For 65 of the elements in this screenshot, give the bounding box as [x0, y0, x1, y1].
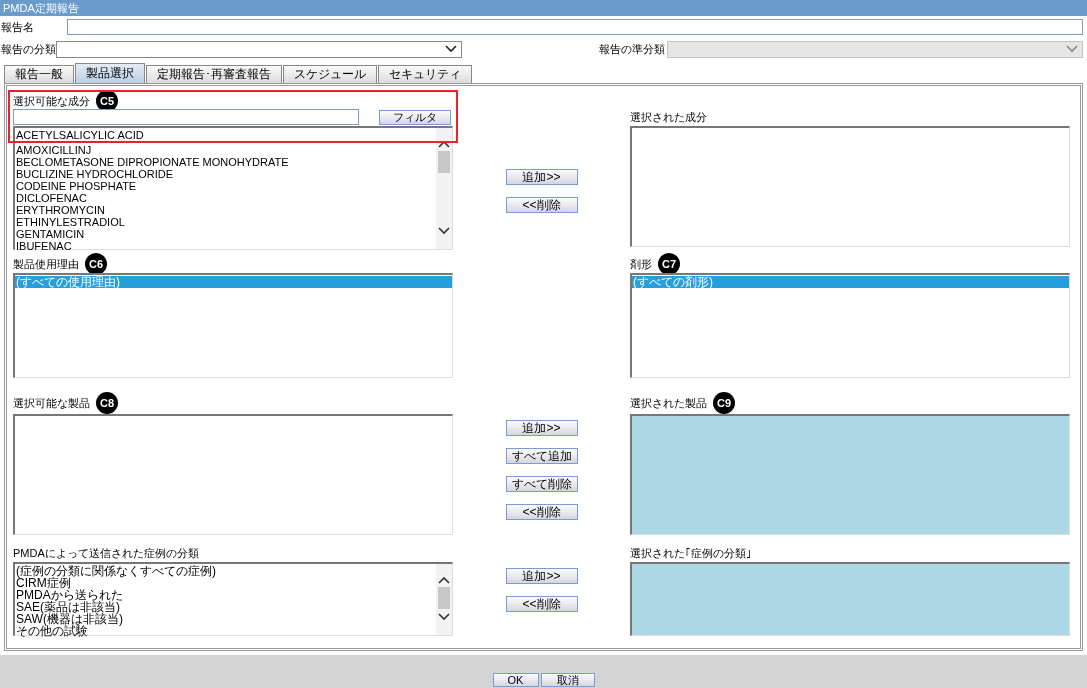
transfer-button[interactable]: すべて削除: [505, 476, 578, 492]
list-label: 製品使用理由: [13, 256, 79, 272]
list-item[interactable]: SAE(薬品は非該当): [15, 601, 436, 613]
category-dropdown[interactable]: [56, 40, 462, 58]
list-item[interactable]: GENTAMICIN: [15, 228, 436, 240]
scroll-down-icon[interactable]: [438, 227, 450, 235]
list-label: 選択可能な製品: [13, 395, 90, 411]
scrollbar[interactable]: [436, 564, 452, 635]
callout-badge: C8: [96, 392, 118, 414]
list-label: 選択された成分: [630, 109, 707, 125]
tab[interactable]: 定期報告･再審査報告: [146, 65, 282, 83]
filter-field[interactable]: [13, 109, 359, 125]
list-box[interactable]: [13, 414, 453, 535]
list-item[interactable]: ACETYLSALICYLIC ACID: [15, 129, 436, 141]
chevron-down-icon: [1066, 45, 1078, 53]
list-box[interactable]: ACETYLSALICYLIC ACID AMOXICILLINJ BECLOMETASONE DIPROPIONATE MONOHYDRATE BUCLIZINE HYDROCHLORIDE CODEINE PHOSPHATE DICLOFENAC ERYTHROMYCIN ETHINYLESTRADIOL GENTAMICIN IBUFENAC: [13, 126, 453, 250]
window-title: PMDA定期報告: [3, 0, 79, 16]
field-label: 報告の分類: [0, 41, 56, 57]
tab[interactable]: スケジュール: [283, 65, 377, 83]
tab[interactable]: セキュリティ: [378, 65, 472, 83]
list-item[interactable]: ETHINYLESTRADIOL: [15, 216, 436, 228]
field-label: 報告の準分類: [598, 41, 666, 57]
transfer-button[interactable]: <<削除: [505, 596, 578, 612]
transfer-button[interactable]: <<削除: [505, 197, 578, 213]
list-label: 剤形: [630, 256, 652, 272]
list-item[interactable]: DICLOFENAC: [15, 192, 436, 204]
tab[interactable]: 製品選択: [75, 63, 145, 83]
filter-button[interactable]: フィルタ: [379, 109, 451, 125]
list-item[interactable]: (症例の分類に関係なくすべての症例): [15, 565, 436, 577]
list-item[interactable]: その他の試験: [15, 625, 436, 637]
list-label: 選択可能な成分: [13, 93, 90, 109]
list-box[interactable]: [630, 126, 1070, 247]
scroll-up-icon[interactable]: [438, 576, 450, 584]
scrollbar[interactable]: [436, 128, 452, 249]
transfer-button[interactable]: 追加>>: [505, 420, 578, 436]
transfer-button[interactable]: 追加>>: [505, 568, 578, 584]
scroll-thumb[interactable]: [438, 587, 450, 609]
report-name-field[interactable]: [67, 19, 1083, 35]
field-label: 報告名: [0, 19, 35, 35]
chevron-down-icon: [445, 45, 457, 53]
list-item[interactable]: AMOXICILLINJ: [15, 144, 436, 156]
callout-badge: C7: [658, 253, 680, 275]
list-item[interactable]: BECLOMETASONE DIPROPIONATE MONOHYDRATE: [15, 156, 436, 168]
list-item[interactable]: SAW(機器は非該当): [15, 613, 436, 625]
list-item[interactable]: PMDAから送られた: [15, 589, 436, 601]
list-item[interactable]: CODEINE PHOSPHATE: [15, 180, 436, 192]
transfer-button[interactable]: <<削除: [505, 504, 578, 520]
list-box[interactable]: (症例の分類に関係なくすべての症例) CIRM症例 PMDAから送られた SAE(薬品は非該当) SAW(機器は非該当) その他の試験: [13, 562, 453, 636]
dialog-button[interactable]: OK: [492, 673, 539, 687]
callout-badge: C6: [85, 253, 107, 275]
tab[interactable]: 報告一般: [4, 65, 74, 83]
list-label: PMDAによって送信された症例の分類: [13, 545, 199, 561]
transfer-button[interactable]: 追加>>: [505, 169, 578, 185]
list-item[interactable]: IBUFENAC: [15, 240, 436, 252]
scroll-up-icon[interactable]: [438, 140, 450, 148]
list-item[interactable]: CIRM症例: [15, 577, 436, 589]
list-item[interactable]: BUCLIZINE HYDROCHLORIDE: [15, 168, 436, 180]
scroll-down-icon[interactable]: [438, 613, 450, 621]
dialog-button[interactable]: 取消: [540, 673, 595, 687]
list-item[interactable]: ERYTHROMYCIN: [15, 204, 436, 216]
scroll-thumb[interactable]: [438, 151, 450, 173]
callout-badge: C9: [713, 392, 735, 414]
list-label: 選択された製品: [630, 395, 707, 411]
list-label: 選択された｢症例の分類｣: [630, 545, 752, 561]
transfer-button[interactable]: すべて追加: [505, 448, 578, 464]
